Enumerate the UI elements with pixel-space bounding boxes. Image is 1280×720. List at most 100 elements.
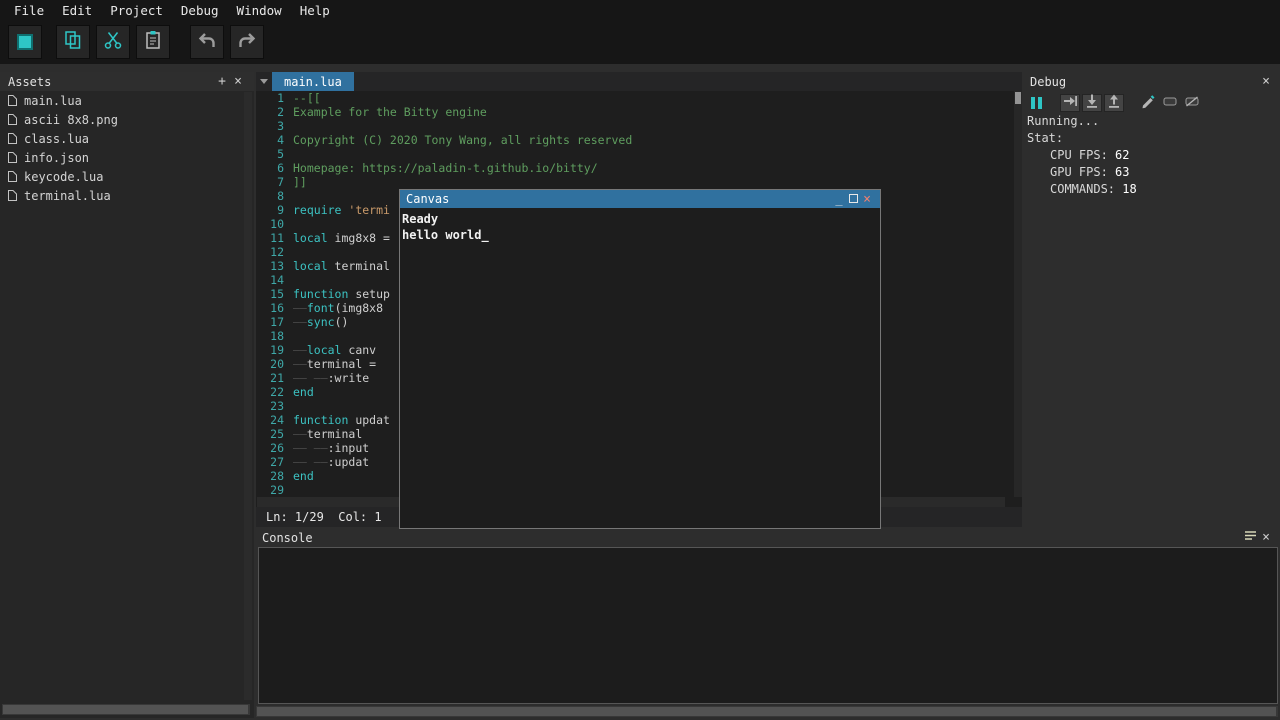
assets-vscrollbar[interactable] [244,92,252,700]
close-debug-button[interactable]: × [1258,74,1274,89]
scrollbar-thumb[interactable] [257,707,1276,716]
undo-button[interactable] [190,25,224,59]
line-number: 5 [256,147,284,161]
step-over-icon [1062,93,1078,113]
minimize-button[interactable]: _ [832,192,846,206]
line-number: 3 [256,119,284,133]
line-number: 26 [256,441,284,455]
canvas-titlebar[interactable]: Canvas _ × [400,190,880,208]
line-number: 27 [256,455,284,469]
line-number: 15 [256,287,284,301]
assets-header: Assets + × [0,72,254,91]
edit-breakpoints-button[interactable] [1138,94,1158,112]
step-over-button[interactable] [1060,94,1080,112]
line-number: 2 [256,105,284,119]
menu-item-help[interactable]: Help [300,3,330,18]
line-number: 24 [256,413,284,427]
toggle-breakpoints-button[interactable] [1160,94,1180,112]
asset-name: main.lua [24,94,82,108]
main-hscrollbar[interactable] [256,706,1278,717]
debug-title: Debug [1030,75,1258,89]
breakpoint-icon [1162,93,1178,113]
menu-item-project[interactable]: Project [110,3,163,18]
assets-hscrollbar[interactable] [2,704,250,715]
console-log-button[interactable] [1242,530,1258,545]
close-console-button[interactable]: × [1258,530,1274,545]
tab-main-lua[interactable]: main.lua [272,72,354,91]
debug-stat: COMMANDS: 18 [1024,181,1280,198]
asset-name: ascii 8x8.png [24,113,118,127]
code-text: Copyright (C) 2020 Tony Wang, all rights… [284,133,632,147]
scrollbar-thumb[interactable] [3,705,248,714]
code-text: function setup [284,287,390,301]
line-number: 6 [256,161,284,175]
tab-list-button[interactable] [256,72,272,91]
editor-vscrollbar[interactable] [1014,91,1022,497]
pause-icon [1031,97,1042,109]
code-text: require 'termi [284,203,390,217]
menubar: File Edit Project Debug Window Help [0,0,1280,20]
line-number: 16 [256,301,284,315]
log-lines-icon [1244,530,1257,541]
menu-item-window[interactable]: Window [237,3,282,18]
step-out-button[interactable] [1104,94,1124,112]
file-icon [7,132,18,145]
line-number: 28 [256,469,284,483]
asset-item[interactable]: keycode.lua [0,167,254,186]
file-icon [7,113,18,126]
scissors-icon [102,29,124,55]
paste-button[interactable] [136,25,170,59]
asset-name: keycode.lua [24,170,103,184]
asset-item[interactable]: class.lua [0,129,254,148]
menu-item-debug[interactable]: Debug [181,3,219,18]
pause-button[interactable] [1026,94,1046,112]
toolbar [0,20,1280,64]
maximize-icon [849,194,858,203]
scrollbar-thumb[interactable] [1015,92,1021,104]
stop-icon [17,34,33,50]
copy-button[interactable] [56,25,90,59]
asset-name: info.json [24,151,89,165]
asset-item[interactable]: terminal.lua [0,186,254,205]
line-number: 17 [256,315,284,329]
code-text: ]] [284,175,307,189]
line-number: 1 [256,91,284,105]
assets-file-list: main.lua ascii 8x8.png class.lua info.json k… [0,91,254,205]
asset-name: class.lua [24,132,89,146]
code-line: 2Example for the Bitty engine [256,105,1014,119]
redo-button[interactable] [230,25,264,59]
code-text: local img8x8 = [284,231,390,245]
code-text: ——terminal [284,427,362,441]
step-into-button[interactable] [1082,94,1102,112]
cut-button[interactable] [96,25,130,59]
asset-item[interactable]: ascii 8x8.png [0,110,254,129]
code-text [284,245,293,259]
debug-stat-heading: Stat: [1024,130,1280,147]
close-assets-button[interactable]: × [230,74,246,89]
stop-button[interactable] [8,25,42,59]
pencil-icon [1140,93,1156,113]
undo-icon [196,29,218,55]
console-output [258,547,1278,704]
asset-item[interactable]: info.json [0,148,254,167]
code-text [284,273,293,287]
line-number: 19 [256,343,284,357]
code-text [284,329,293,343]
chevron-down-icon [260,79,268,84]
menu-item-edit[interactable]: Edit [62,3,92,18]
debug-header: Debug × [1024,72,1280,91]
line-number: 23 [256,399,284,413]
asset-item[interactable]: main.lua [0,91,254,110]
add-asset-button[interactable]: + [214,74,230,89]
close-canvas-button[interactable]: × [860,192,874,207]
cursor-position: Ln: 1/29 Col: 1 [266,510,382,524]
line-number: 22 [256,385,284,399]
line-number: 10 [256,217,284,231]
clear-breakpoints-button[interactable] [1182,94,1202,112]
code-line: 6Homepage: https://paladin-t.github.io/b… [256,161,1014,175]
code-text: Example for the Bitty engine [284,105,487,119]
code-text: Homepage: https://paladin-t.github.io/bi… [284,161,598,175]
menu-item-file[interactable]: File [14,3,44,18]
maximize-button[interactable] [846,192,860,206]
code-text: —— ——:updat [284,455,369,469]
